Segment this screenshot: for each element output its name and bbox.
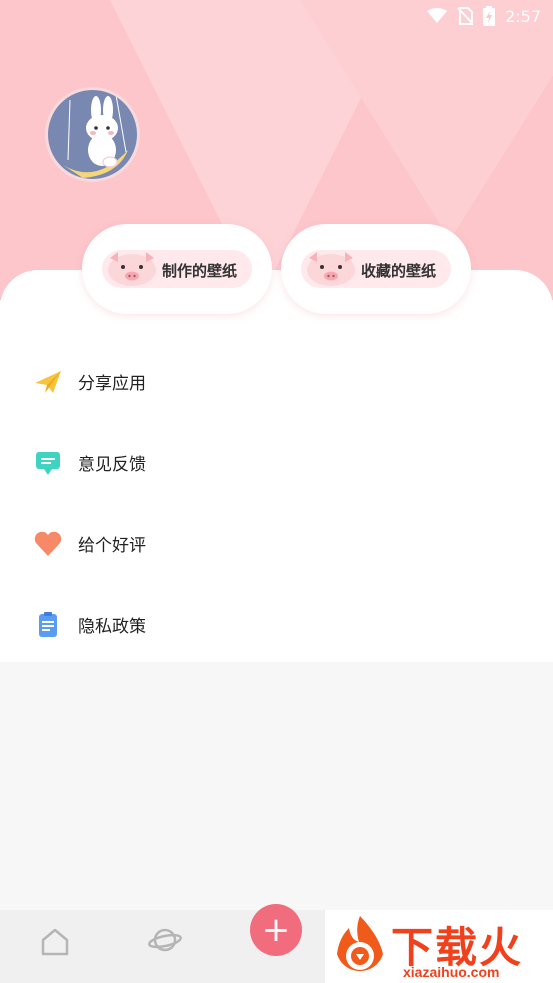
status-bar: 2:57 xyxy=(0,0,553,32)
wifi-icon xyxy=(427,8,448,23)
header-decoration xyxy=(300,0,553,240)
flame-logo-icon xyxy=(337,916,383,972)
create-wallpaper-button[interactable]: + xyxy=(250,904,302,956)
menu-item-share-app[interactable]: 分享应用 xyxy=(0,344,553,419)
favorite-wallpapers-button[interactable]: 收藏的壁纸 xyxy=(281,224,471,314)
my-wallpapers-button[interactable]: 制作的壁纸 xyxy=(82,224,272,314)
menu-item-privacy-policy[interactable]: 隐私政策 xyxy=(0,587,553,662)
menu-item-label: 意见反馈 xyxy=(78,455,146,474)
clipboard-icon xyxy=(39,611,57,637)
my-wallpapers-label: 制作的壁纸 xyxy=(162,263,238,280)
chat-bubble-icon xyxy=(36,451,60,475)
battery-charging-icon xyxy=(483,6,496,26)
avatar[interactable] xyxy=(45,87,140,182)
menu-item-label: 分享应用 xyxy=(78,374,146,393)
pig-icon xyxy=(307,252,355,286)
pig-icon xyxy=(108,252,156,286)
watermark-logo: 下载火 xiazaihuo.com xyxy=(325,910,553,983)
no-sim-icon xyxy=(457,7,474,25)
clock: 2:57 xyxy=(505,6,541,26)
planet-icon[interactable] xyxy=(148,923,182,957)
heart-icon xyxy=(34,531,62,556)
paper-plane-icon xyxy=(35,370,61,393)
menu-item-rate-app[interactable]: 给个好评 xyxy=(0,506,553,581)
menu-item-label: 给个好评 xyxy=(78,536,146,555)
watermark-url: xiazaihuo.com xyxy=(403,964,500,980)
home-icon[interactable] xyxy=(38,925,72,959)
menu-item-feedback[interactable]: 意见反馈 xyxy=(0,425,553,500)
favorite-wallpapers-label: 收藏的壁纸 xyxy=(361,263,437,280)
menu-item-label: 隐私政策 xyxy=(78,617,146,636)
